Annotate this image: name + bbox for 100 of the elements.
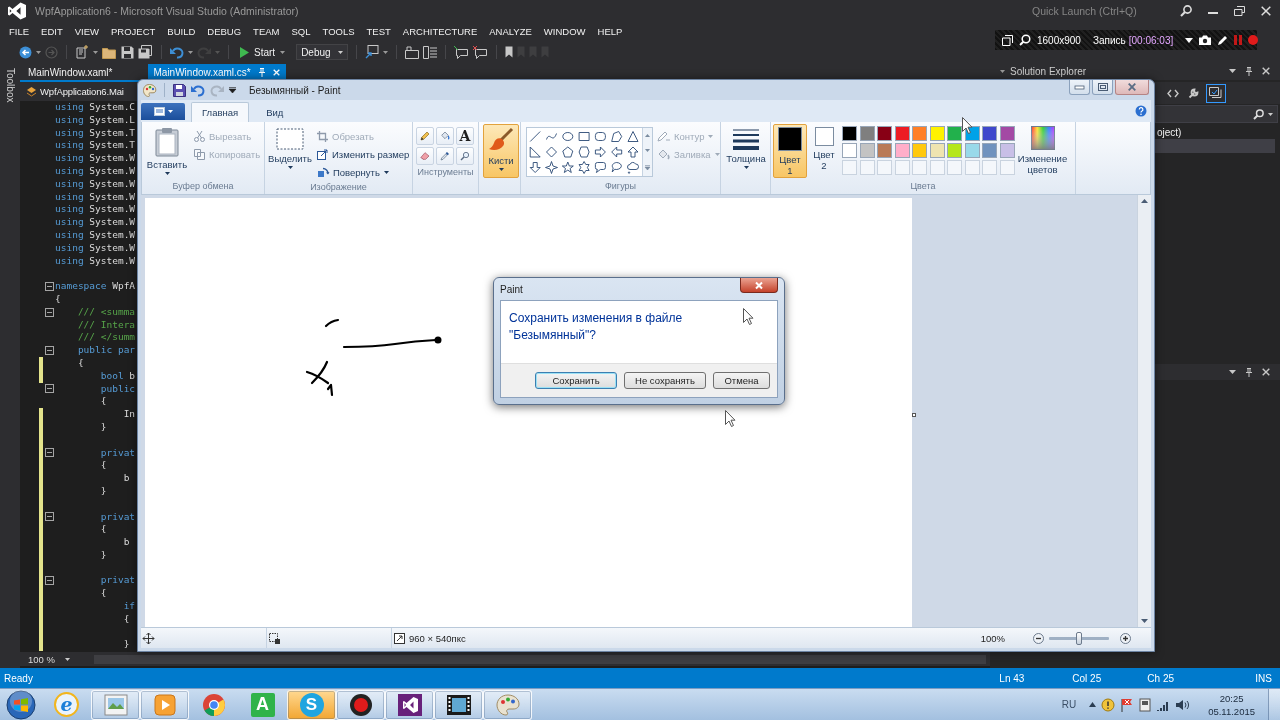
- sync-view-icon[interactable]: [1209, 86, 1223, 100]
- close-icon[interactable]: [1262, 67, 1270, 75]
- panel-menu-icon[interactable]: [1229, 69, 1236, 73]
- close-icon[interactable]: [1262, 368, 1270, 376]
- restore-icon[interactable]: [1234, 6, 1245, 16]
- magnifier-icon[interactable]: [1019, 34, 1031, 46]
- select-button[interactable]: Выделить: [267, 124, 313, 178]
- menu-item[interactable]: PROJECT: [105, 23, 162, 41]
- collapse-icon[interactable]: [45, 512, 54, 522]
- close-button[interactable]: [740, 278, 778, 293]
- undo-icon[interactable]: [170, 46, 184, 58]
- menu-item[interactable]: DEBUG: [201, 23, 248, 41]
- customize-menu-icon[interactable]: [229, 87, 236, 93]
- language-indicator[interactable]: RU: [1061, 699, 1077, 710]
- palette-swatch[interactable]: [929, 126, 945, 141]
- palette-swatch[interactable]: [912, 143, 927, 158]
- palette-swatch[interactable]: [877, 143, 892, 158]
- palette-swatch[interactable]: [947, 143, 962, 158]
- empty-color-slot[interactable]: [877, 160, 892, 175]
- empty-color-slot[interactable]: [859, 160, 875, 175]
- empty-color-slot[interactable]: [982, 160, 997, 175]
- menu-item[interactable]: TOOLS: [316, 23, 361, 41]
- attach-icon[interactable]: [365, 45, 380, 59]
- document-tab[interactable]: MainWindow.xaml*: [23, 64, 119, 80]
- color-slot-button[interactable]: Цвет 2: [809, 124, 839, 178]
- menu-item[interactable]: WINDOW: [537, 23, 592, 41]
- horizontal-scrollbar[interactable]: [94, 654, 986, 664]
- type-dropdown[interactable]: WpfApplication6.Mai: [25, 83, 125, 100]
- maximize-button[interactable]: [1092, 80, 1113, 95]
- menu-item[interactable]: VIEW: [68, 23, 105, 41]
- palette-swatch[interactable]: [894, 126, 910, 141]
- zoom-in-icon[interactable]: [1120, 632, 1131, 644]
- dropdown-icon[interactable]: [1185, 37, 1194, 43]
- configuration-dropdown[interactable]: Debug: [296, 44, 349, 60]
- pin-icon[interactable]: [1245, 66, 1253, 76]
- taskbar-button[interactable]: [336, 689, 385, 720]
- warning-icon[interactable]: [1101, 697, 1116, 712]
- bookmark-icon[interactable]: [505, 46, 514, 58]
- palette-swatch[interactable]: [894, 143, 910, 158]
- comment-icon[interactable]: [454, 45, 470, 59]
- ribbon-button[interactable]: Изменить размер: [315, 145, 412, 163]
- help-icon[interactable]: [1135, 105, 1147, 117]
- open-folder-icon[interactable]: [102, 45, 117, 59]
- taskbar-button[interactable]: [434, 689, 483, 720]
- empty-color-slot[interactable]: [929, 160, 945, 175]
- menu-item[interactable]: BUILD: [161, 23, 202, 41]
- collapse-icon[interactable]: [45, 346, 54, 356]
- dialog-button[interactable]: Отмена: [713, 372, 770, 389]
- zoom-out-icon[interactable]: [1033, 632, 1044, 644]
- empty-color-slot[interactable]: [912, 160, 927, 175]
- minimize-button[interactable]: [1069, 80, 1090, 95]
- tree-item[interactable]: oject): [1155, 125, 1280, 139]
- menu-item[interactable]: HELP: [591, 23, 629, 41]
- resize-handle[interactable]: [912, 413, 916, 417]
- app-menu-button[interactable]: [141, 103, 185, 120]
- scroll-up-icon[interactable]: [645, 134, 650, 138]
- panel-menu-icon[interactable]: [1229, 370, 1236, 374]
- more-icon[interactable]: [645, 164, 650, 170]
- back-icon[interactable]: [19, 45, 32, 59]
- new-project-icon[interactable]: [75, 45, 89, 59]
- palette-swatch[interactable]: [842, 126, 857, 141]
- zoom-dropdown[interactable]: 100 %: [28, 653, 86, 665]
- palette-swatch[interactable]: [982, 126, 997, 141]
- menu-item[interactable]: TEAM: [247, 23, 286, 41]
- bucket-icon[interactable]: [436, 127, 454, 145]
- brushes-button[interactable]: Кисти: [483, 124, 519, 178]
- empty-color-slot[interactable]: [964, 160, 980, 175]
- ribbon-tab[interactable]: Главная: [191, 102, 250, 122]
- clock-date[interactable]: 05.11.2015: [1208, 704, 1255, 718]
- pause-icon[interactable]: [1234, 35, 1243, 45]
- size-button[interactable]: Толщина: [723, 124, 769, 178]
- scroll-down-icon[interactable]: [645, 149, 650, 153]
- palette-swatch[interactable]: [947, 126, 962, 141]
- save-icon[interactable]: [173, 83, 186, 97]
- palette-swatch[interactable]: [999, 143, 1015, 158]
- palette-swatch[interactable]: [929, 143, 945, 158]
- search-icon[interactable]: [1180, 5, 1192, 17]
- device-icon[interactable]: [1139, 697, 1152, 712]
- close-icon[interactable]: [1261, 6, 1271, 16]
- edit-colors-button[interactable]: Изменение цветов: [1016, 124, 1069, 175]
- empty-color-slot[interactable]: [894, 160, 910, 175]
- wrench-icon[interactable]: [1188, 87, 1200, 99]
- palette-swatch[interactable]: [912, 126, 927, 141]
- panel-icon[interactable]: [423, 45, 438, 59]
- collapse-icon[interactable]: [45, 448, 54, 458]
- palette-swatch[interactable]: [964, 143, 980, 158]
- search-field[interactable]: [1155, 105, 1278, 123]
- empty-color-slot[interactable]: [999, 160, 1015, 175]
- show-hidden-icon[interactable]: [1089, 702, 1097, 707]
- palette-swatch[interactable]: [999, 126, 1015, 141]
- flag-icon[interactable]: [1120, 697, 1135, 712]
- dialog-button[interactable]: Сохранить: [535, 372, 617, 389]
- clock-time[interactable]: 20:25: [1219, 691, 1244, 705]
- color-slot-button[interactable]: Цвет 1: [773, 124, 807, 178]
- toolbox-tab[interactable]: Toolbox: [4, 68, 16, 103]
- show-desktop-button[interactable]: [1268, 689, 1280, 720]
- collapse-icon[interactable]: [45, 282, 54, 292]
- code-view-icon[interactable]: [1167, 88, 1179, 98]
- volume-icon[interactable]: [1175, 698, 1190, 711]
- color-picker-icon[interactable]: [436, 147, 454, 165]
